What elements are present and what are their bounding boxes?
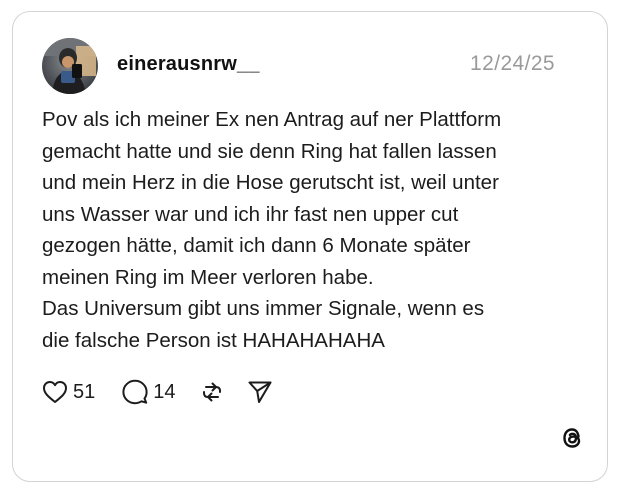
action-bar: 51 14 xyxy=(42,377,273,407)
comment-button[interactable]: 14 xyxy=(122,379,176,405)
user-photo-avatar-icon xyxy=(42,38,98,94)
comment-icon xyxy=(122,379,148,405)
comment-count: 14 xyxy=(153,380,176,403)
share-icon xyxy=(248,381,271,403)
heart-icon xyxy=(43,381,67,403)
threads-logo-icon xyxy=(559,425,585,451)
like-button[interactable]: 51 xyxy=(42,380,95,404)
like-count: 51 xyxy=(73,380,96,403)
repost-icon xyxy=(202,382,221,402)
repost-button[interactable] xyxy=(199,379,225,405)
post-date: 12/24/25 xyxy=(470,52,555,75)
avatar[interactable] xyxy=(42,38,98,94)
share-button[interactable] xyxy=(247,379,273,405)
username[interactable]: einerausnrw__ xyxy=(117,53,260,76)
post-text: Pov als ich meiner Ex nen Antrag auf ner… xyxy=(42,108,502,352)
post-card: einerausnrw__ 12/24/25 Pov als ich meine… xyxy=(12,11,608,482)
